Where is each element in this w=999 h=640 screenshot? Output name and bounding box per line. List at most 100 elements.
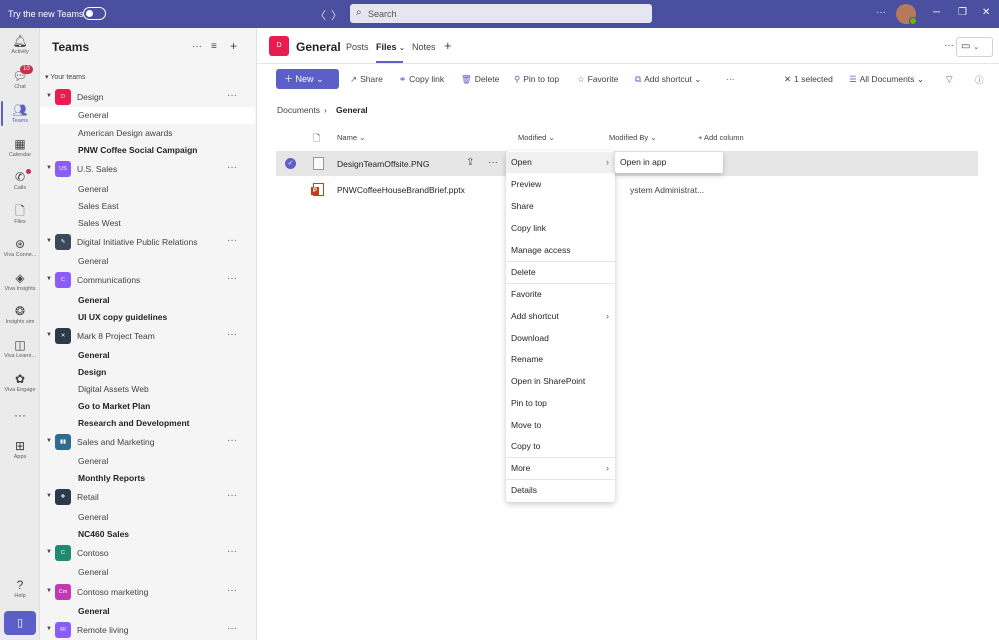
more-options-icon[interactable]: ··· xyxy=(227,162,237,173)
rail-teams[interactable]: 👥︎ Teams xyxy=(0,101,40,126)
more-options-icon[interactable]: ··· xyxy=(227,90,237,101)
table-row[interactable]: PNWCoffeeHouseBrandBrief.pptx ystem Admi… xyxy=(276,177,978,202)
channel-general[interactable]: General xyxy=(78,456,108,466)
team-digital-initiative[interactable]: ▼ ✎ Digital Initiative Public Relations … xyxy=(40,232,256,252)
channel-general[interactable]: General xyxy=(78,350,110,360)
team-mark-8[interactable]: ▼ ✕ Mark 8 Project Team ··· xyxy=(40,326,256,346)
close-icon[interactable]: ✕ xyxy=(982,7,990,18)
menu-item-more[interactable]: More › xyxy=(506,458,615,479)
file-type-icon[interactable]: 🗋︎ xyxy=(313,131,320,147)
rail-calendar[interactable]: ▦ Calendar xyxy=(0,137,40,158)
menu-item-details[interactable]: Details xyxy=(506,480,615,501)
more-options-icon[interactable]: ··· xyxy=(876,7,886,18)
menu-item-open-in-sharepoint[interactable]: Open in SharePoint xyxy=(506,371,615,392)
maximize-icon[interactable]: ❐ xyxy=(958,7,967,18)
menu-item-delete[interactable]: Delete xyxy=(506,262,615,283)
tab-files[interactable]: Files ⌄ xyxy=(376,42,405,52)
menu-item-favorite[interactable]: Favorite xyxy=(506,284,615,305)
more-options-icon[interactable]: ··· xyxy=(227,623,237,634)
info-icon[interactable]: ⓘ xyxy=(975,74,987,86)
more-commands-icon[interactable]: ··· xyxy=(726,74,735,84)
copy-link-button[interactable]: ⚭ Copy link xyxy=(399,74,444,85)
column-name[interactable]: Name ⌄ xyxy=(337,133,365,142)
channel-american-design-awards[interactable]: American Design awards xyxy=(78,128,172,138)
menu-item-open[interactable]: Open › xyxy=(506,152,615,173)
rail-insights-sim[interactable]: ❂ Insights sim xyxy=(0,304,40,325)
team-communications[interactable]: ▼ C Communications ··· xyxy=(40,270,256,290)
back-icon[interactable]: 〈 xyxy=(315,7,326,23)
share-button[interactable]: ↗ Share xyxy=(350,74,383,85)
menu-item-rename[interactable]: Rename xyxy=(506,349,615,370)
menu-item-pin-to-top[interactable]: Pin to top xyxy=(506,393,615,414)
try-new-teams-toggle[interactable] xyxy=(83,7,106,20)
team-us-sales[interactable]: ▼ US U.S. Sales ··· xyxy=(40,159,256,179)
more-options-icon[interactable]: ··· xyxy=(227,235,237,246)
rail-calls[interactable]: ✆ Calls xyxy=(0,169,40,191)
team-remote-living[interactable]: ▼ RI Remote living ··· xyxy=(40,620,256,640)
rail-viva-learning[interactable]: ◫ Viva Learni... xyxy=(0,338,40,359)
column-modified-by[interactable]: Modified By ⌄ xyxy=(609,133,657,142)
menu-item-copy-to[interactable]: Copy to xyxy=(506,436,615,457)
menu-item-preview[interactable]: Preview xyxy=(506,174,615,195)
add-column-button[interactable]: + Add column xyxy=(698,133,744,142)
channel-general[interactable]: General xyxy=(78,512,108,522)
favorite-button[interactable]: ☆ Favorite xyxy=(577,74,618,85)
more-options-icon[interactable]: ··· xyxy=(227,490,237,501)
share-icon[interactable]: ⇪ xyxy=(466,157,474,168)
more-options-icon[interactable]: ··· xyxy=(227,585,237,596)
channel-digital-assets-web[interactable]: Digital Assets Web xyxy=(78,384,149,394)
add-team-icon[interactable]: + xyxy=(230,39,237,53)
meet-button[interactable]: ▭ ⌄ xyxy=(956,37,993,57)
channel-general[interactable]: General xyxy=(78,256,108,266)
delete-button[interactable]: 🗑︎ Delete xyxy=(461,74,499,85)
menu-item-manage-access[interactable]: Manage access xyxy=(506,240,615,261)
more-options-icon[interactable]: ··· xyxy=(227,546,237,557)
channel-general[interactable]: General xyxy=(78,184,108,194)
add-tab-icon[interactable]: + xyxy=(444,38,452,53)
channel-pnw-coffee-social[interactable]: PNW Coffee Social Campaign xyxy=(78,145,198,155)
new-button[interactable]: ＋ New ⌄ xyxy=(276,69,339,89)
view-switcher[interactable]: ☰ All Documents ⌄ xyxy=(849,74,924,85)
channel-general[interactable]: General xyxy=(40,107,255,124)
file-name[interactable]: DesignTeamOffsite.PNG xyxy=(337,159,429,169)
rail-apps[interactable]: ⊞ Apps xyxy=(0,439,40,460)
rail-more-apps[interactable]: ··· xyxy=(0,408,40,422)
menu-item-download[interactable]: Download xyxy=(506,328,615,349)
rail-viva-connections[interactable]: ⊛ Viva Conne... xyxy=(0,237,40,258)
rail-files[interactable]: 🗋︎ Files xyxy=(0,204,40,225)
channel-design[interactable]: Design xyxy=(78,367,106,377)
more-options-icon[interactable]: ··· xyxy=(192,41,202,52)
channel-general[interactable]: General xyxy=(78,295,110,305)
menu-item-share[interactable]: Share xyxy=(506,196,615,217)
channel-general[interactable]: General xyxy=(78,567,108,577)
channel-general[interactable]: General xyxy=(78,606,110,616)
checkmark-icon[interactable]: ✓ xyxy=(285,158,296,169)
team-retail[interactable]: ▼ ❖ Retail ··· xyxy=(40,487,256,507)
more-options-icon[interactable]: ··· xyxy=(488,157,498,168)
channel-nc460-sales[interactable]: NC460 Sales xyxy=(78,529,129,539)
mobile-app-button[interactable]: ▯ xyxy=(4,611,36,635)
pin-to-top-button[interactable]: ⚲ Pin to top xyxy=(514,74,559,85)
menu-item-move-to[interactable]: Move to xyxy=(506,415,615,436)
channel-ui-ux-copy[interactable]: UI UX copy guidelines xyxy=(78,312,167,322)
tab-notes[interactable]: Notes xyxy=(412,42,436,52)
selection-count[interactable]: ✕ 1 selected xyxy=(784,74,833,85)
minimize-icon[interactable]: ─ xyxy=(933,7,940,18)
rail-viva-insights[interactable]: ◈ Viva Insights xyxy=(0,271,40,292)
more-options-icon[interactable]: ··· xyxy=(227,329,237,340)
file-name[interactable]: PNWCoffeeHouseBrandBrief.pptx xyxy=(337,185,465,195)
channel-sales-east[interactable]: Sales East xyxy=(78,201,119,211)
team-design[interactable]: ▼ D Design ··· xyxy=(40,87,256,107)
team-sales-marketing[interactable]: ▼ ▮▮ Sales and Marketing ··· xyxy=(40,432,256,452)
tab-posts[interactable]: Posts xyxy=(346,42,369,52)
more-options-icon[interactable]: ··· xyxy=(227,435,237,446)
channel-sales-west[interactable]: Sales West xyxy=(78,218,121,228)
channel-research-development[interactable]: Research and Development xyxy=(78,418,189,428)
more-options-icon[interactable]: ··· xyxy=(227,273,237,284)
your-teams-header[interactable]: ▾ Your teams xyxy=(45,73,86,81)
menu-item-add-shortcut[interactable]: Add shortcut › xyxy=(506,306,615,327)
filter-icon[interactable]: ≡ xyxy=(211,41,217,52)
breadcrumb-documents[interactable]: Documents xyxy=(277,105,320,115)
menu-item-copy-link[interactable]: Copy link xyxy=(506,218,615,239)
channel-go-to-market[interactable]: Go to Market Plan xyxy=(78,401,150,411)
